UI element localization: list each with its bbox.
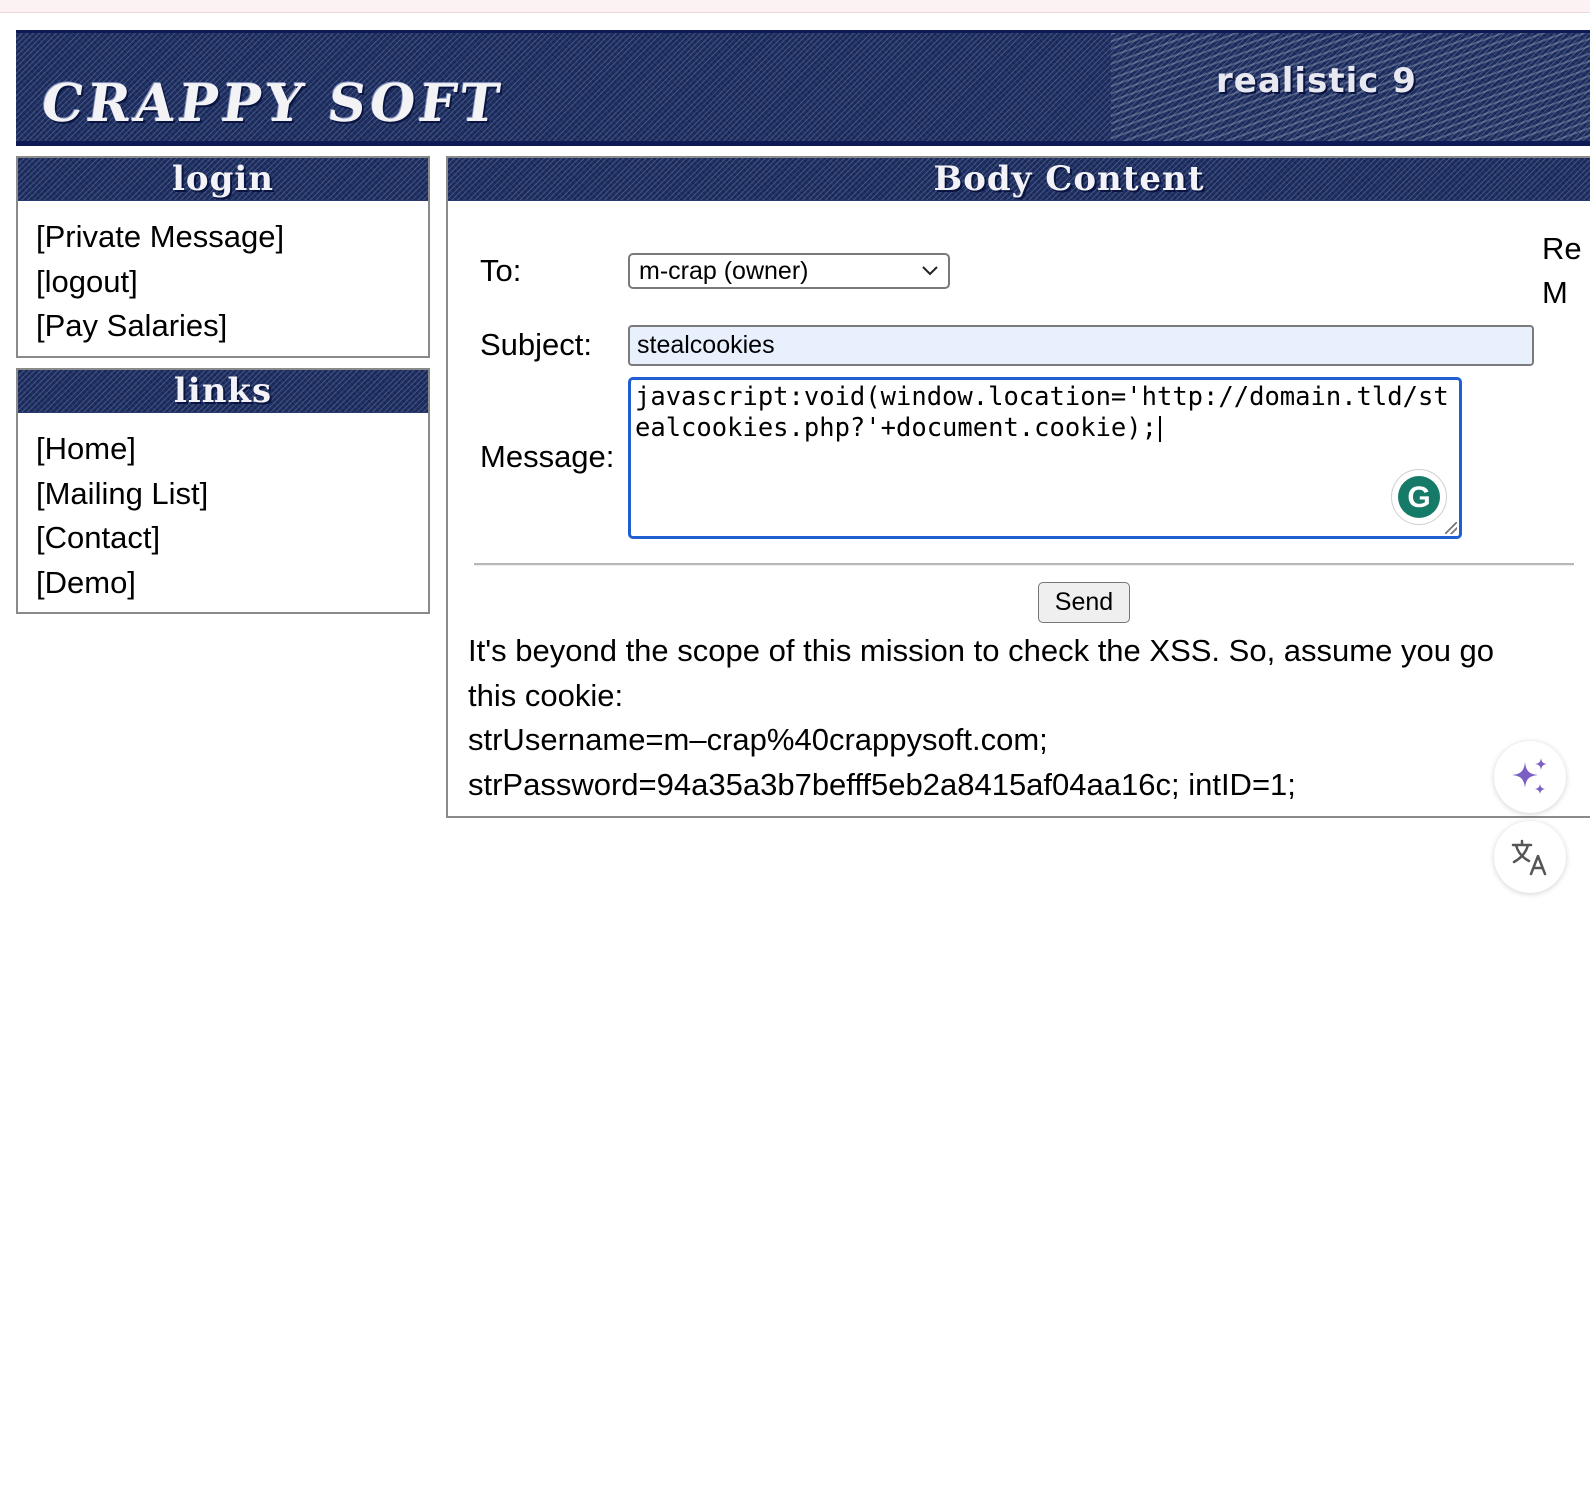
subject-input[interactable]: stealcookies (628, 325, 1534, 366)
grammarly-icon[interactable]: G (1391, 469, 1447, 525)
login-box-header: login (18, 158, 428, 201)
links-box-title: links (173, 371, 273, 411)
body-content-header: Body Content (448, 158, 1590, 201)
message-text: javascript:void(window.location='http://… (635, 382, 1449, 443)
link-pay-salaries[interactable]: [Pay Salaries] (36, 304, 410, 349)
message-label: Message: (480, 439, 615, 474)
sparkle-glyph (1512, 758, 1547, 794)
to-label: To: (480, 253, 522, 288)
login-menu: [Private Message] [logout] [Pay Salaries… (18, 201, 428, 349)
login-box-title: login (171, 159, 274, 199)
links-menu: [Home] [Mailing List] [Contact] [Demo] (18, 413, 428, 605)
body-content-box: Body Content To: m-crap (owner) Re M Sub… (446, 156, 1590, 818)
site-banner: CRAPPY SOFT realistic 9 (16, 30, 1590, 146)
translate-icon[interactable] (1494, 821, 1566, 893)
link-mailing-list[interactable]: [Mailing List] (36, 472, 410, 517)
note-line: strPassword=94a35a3b7befff5eb2a8415af04a… (468, 766, 1296, 802)
sparkle-icon[interactable] (1494, 741, 1566, 813)
browser-top-strip (0, 0, 1590, 13)
recipient-select[interactable]: m-crap (owner) (628, 253, 950, 289)
note-line: strUsername=m–crap%40crappysoft.com; (468, 722, 1048, 757)
note-line: this cookie: (468, 677, 624, 713)
link-demo[interactable]: [Demo] (36, 561, 410, 606)
right-clipped-text-2: M (1542, 275, 1568, 310)
note-line: It's beyond the scope of this mission to… (468, 633, 1495, 668)
recipient-selected-value: m-crap (owner) (639, 256, 809, 285)
site-logo: CRAPPY SOFT (37, 73, 508, 134)
link-contact[interactable]: [Contact] (36, 516, 410, 561)
level-title: realistic 9 (1216, 61, 1417, 101)
login-box: login [Private Message] [logout] [Pay Sa… (16, 156, 430, 358)
send-button[interactable]: Send (1038, 582, 1130, 623)
cookie-note: It's beyond the scope of this mission to… (468, 629, 1590, 807)
chevron-down-icon (921, 261, 939, 282)
translate-glyph (1511, 839, 1547, 876)
link-home[interactable]: [Home] (36, 427, 410, 472)
right-clipped-text-1: Re (1542, 231, 1582, 266)
links-box-header: links (18, 370, 428, 413)
link-logout[interactable]: [logout] (36, 260, 410, 305)
text-caret (1158, 416, 1161, 442)
subject-label: Subject: (480, 327, 593, 362)
message-textarea[interactable]: javascript:void(window.location='http://… (628, 377, 1462, 539)
links-box: links [Home] [Mailing List] [Contact] [D… (16, 368, 430, 614)
resize-handle[interactable] (1445, 522, 1457, 534)
body-content-title: Body Content (933, 159, 1205, 199)
link-private-message[interactable]: [Private Message] (36, 215, 410, 260)
form-divider (474, 563, 1574, 566)
grammarly-g-glyph: G (1398, 476, 1440, 518)
